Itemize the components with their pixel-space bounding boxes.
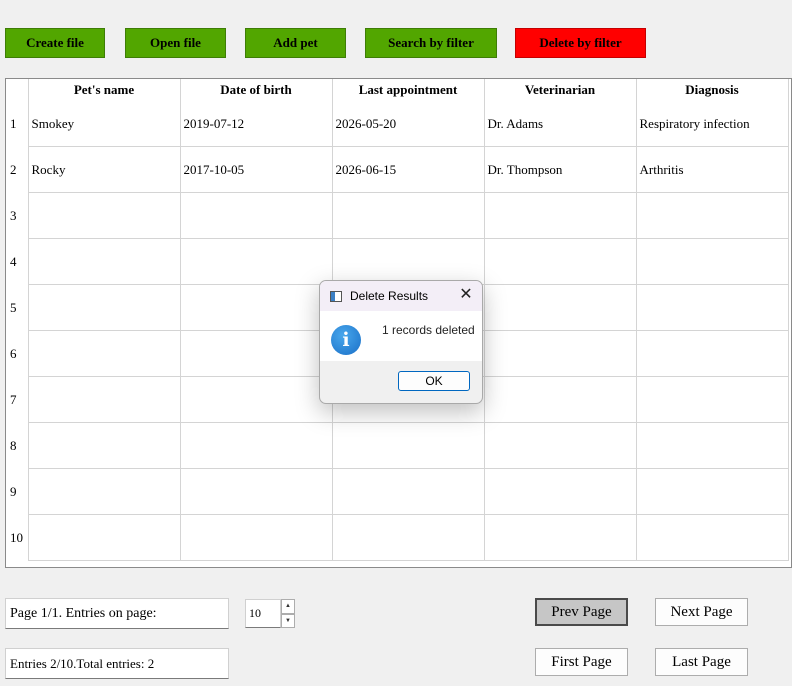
cell-veterinarian[interactable]: Dr. Adams xyxy=(484,101,637,147)
first-page-button[interactable]: First Page xyxy=(535,648,628,676)
dialog-body: i 1 records deleted xyxy=(320,311,482,361)
table-row[interactable]: 10 xyxy=(6,514,789,561)
cell-last-appointment[interactable] xyxy=(332,238,485,285)
table-row[interactable]: 8 xyxy=(6,422,789,469)
cell-pet-name[interactable] xyxy=(28,514,181,561)
column-header-veterinarian[interactable]: Veterinarian xyxy=(484,79,637,101)
table-row[interactable]: 3 xyxy=(6,192,789,239)
cell-date-of-birth[interactable] xyxy=(180,238,333,285)
row-number[interactable]: 2 xyxy=(6,146,29,193)
cell-date-of-birth[interactable] xyxy=(180,468,333,515)
cell-last-appointment[interactable]: 2026-06-15 xyxy=(332,146,485,193)
cell-veterinarian[interactable] xyxy=(484,330,637,377)
cell-last-appointment[interactable] xyxy=(332,514,485,561)
spin-down-arrow-icon[interactable]: ▼ xyxy=(281,613,295,628)
cell-diagnosis[interactable] xyxy=(636,376,789,423)
cell-veterinarian[interactable] xyxy=(484,238,637,285)
cell-pet-name[interactable]: Smokey xyxy=(28,101,181,147)
delete-by-filter-button[interactable]: Delete by filter xyxy=(515,28,646,58)
cell-pet-name[interactable] xyxy=(28,192,181,239)
cell-date-of-birth[interactable] xyxy=(180,330,333,377)
cell-veterinarian[interactable] xyxy=(484,422,637,469)
cell-diagnosis[interactable] xyxy=(636,284,789,331)
table-row[interactable]: 2 Rocky 2017-10-05 2026-06-15 Dr. Thompson Ar… xyxy=(6,146,789,193)
cell-diagnosis[interactable]: Respiratory infection xyxy=(636,101,789,147)
row-number[interactable]: 3 xyxy=(6,192,29,239)
ok-button[interactable]: OK xyxy=(398,371,470,391)
column-header-diagnosis[interactable]: Diagnosis xyxy=(636,79,789,101)
row-number[interactable]: 8 xyxy=(6,422,29,469)
add-pet-button[interactable]: Add pet xyxy=(245,28,346,58)
cell-pet-name[interactable] xyxy=(28,330,181,377)
column-header-pet-name[interactable]: Pet's name xyxy=(28,79,181,101)
cell-diagnosis[interactable] xyxy=(636,238,789,285)
create-file-button[interactable]: Create file xyxy=(5,28,105,58)
table-header-row: Pet's name Date of birth Last appointmen… xyxy=(6,79,789,101)
cell-pet-name[interactable]: Rocky xyxy=(28,146,181,193)
dialog-message: 1 records deleted xyxy=(382,323,475,337)
cell-veterinarian[interactable] xyxy=(484,514,637,561)
cell-date-of-birth[interactable] xyxy=(180,376,333,423)
dialog-title: Delete Results xyxy=(350,289,429,303)
row-number[interactable]: 4 xyxy=(6,238,29,285)
close-icon[interactable]: ✕ xyxy=(458,287,474,303)
cell-date-of-birth[interactable] xyxy=(180,192,333,239)
cell-last-appointment[interactable] xyxy=(332,192,485,239)
cell-date-of-birth[interactable] xyxy=(180,284,333,331)
cell-date-of-birth[interactable]: 2019-07-12 xyxy=(180,101,333,147)
delete-results-dialog: Delete Results ✕ i 1 records deleted OK xyxy=(319,280,483,404)
cell-pet-name[interactable] xyxy=(28,238,181,285)
next-page-button[interactable]: Next Page xyxy=(655,598,748,626)
row-number[interactable]: 5 xyxy=(6,284,29,331)
window-app-icon xyxy=(330,290,342,302)
cell-veterinarian[interactable] xyxy=(484,284,637,331)
cell-pet-name[interactable] xyxy=(28,376,181,423)
cell-veterinarian[interactable] xyxy=(484,376,637,423)
page-info-field: Page 1/1. Entries on page: xyxy=(5,598,229,629)
cell-pet-name[interactable] xyxy=(28,422,181,469)
table-row[interactable]: 9 xyxy=(6,468,789,515)
table-row[interactable]: 1 Smokey 2019-07-12 2026-05-20 Dr. Adams Resp… xyxy=(6,101,789,147)
search-by-filter-button[interactable]: Search by filter xyxy=(365,28,497,58)
corner-header xyxy=(6,79,29,101)
cell-diagnosis[interactable] xyxy=(636,422,789,469)
dialog-footer: OK xyxy=(320,361,482,403)
row-number[interactable]: 10 xyxy=(6,514,29,561)
cell-veterinarian[interactable] xyxy=(484,192,637,239)
last-page-button[interactable]: Last Page xyxy=(655,648,748,676)
cell-date-of-birth[interactable]: 2017-10-05 xyxy=(180,146,333,193)
cell-last-appointment[interactable] xyxy=(332,422,485,469)
cell-pet-name[interactable] xyxy=(28,468,181,515)
cell-veterinarian[interactable] xyxy=(484,468,637,515)
cell-pet-name[interactable] xyxy=(28,284,181,331)
column-header-last-appointment[interactable]: Last appointment xyxy=(332,79,485,101)
column-header-date-of-birth[interactable]: Date of birth xyxy=(180,79,333,101)
entries-info-field: Entries 2/10.Total entries: 2 xyxy=(5,648,229,679)
cell-last-appointment[interactable]: 2026-05-20 xyxy=(332,101,485,147)
prev-page-button[interactable]: Prev Page xyxy=(535,598,628,626)
entries-per-page-spinner[interactable]: ▲ ▼ xyxy=(281,599,295,628)
dialog-title-bar: Delete Results ✕ xyxy=(320,281,482,311)
cell-last-appointment[interactable] xyxy=(332,468,485,515)
row-number[interactable]: 1 xyxy=(6,101,29,147)
cell-diagnosis[interactable] xyxy=(636,514,789,561)
spin-up-arrow-icon[interactable]: ▲ xyxy=(281,599,295,614)
cell-diagnosis[interactable] xyxy=(636,468,789,515)
row-number[interactable]: 7 xyxy=(6,376,29,423)
cell-diagnosis[interactable] xyxy=(636,192,789,239)
info-icon: i xyxy=(331,325,361,355)
cell-diagnosis[interactable] xyxy=(636,330,789,377)
table-row[interactable]: 4 xyxy=(6,238,789,285)
open-file-button[interactable]: Open file xyxy=(125,28,226,58)
row-number[interactable]: 9 xyxy=(6,468,29,515)
row-number[interactable]: 6 xyxy=(6,330,29,377)
cell-date-of-birth[interactable] xyxy=(180,422,333,469)
cell-date-of-birth[interactable] xyxy=(180,514,333,561)
entries-per-page-input[interactable]: 10 xyxy=(245,599,281,628)
cell-diagnosis[interactable]: Arthritis xyxy=(636,146,789,193)
cell-veterinarian[interactable]: Dr. Thompson xyxy=(484,146,637,193)
